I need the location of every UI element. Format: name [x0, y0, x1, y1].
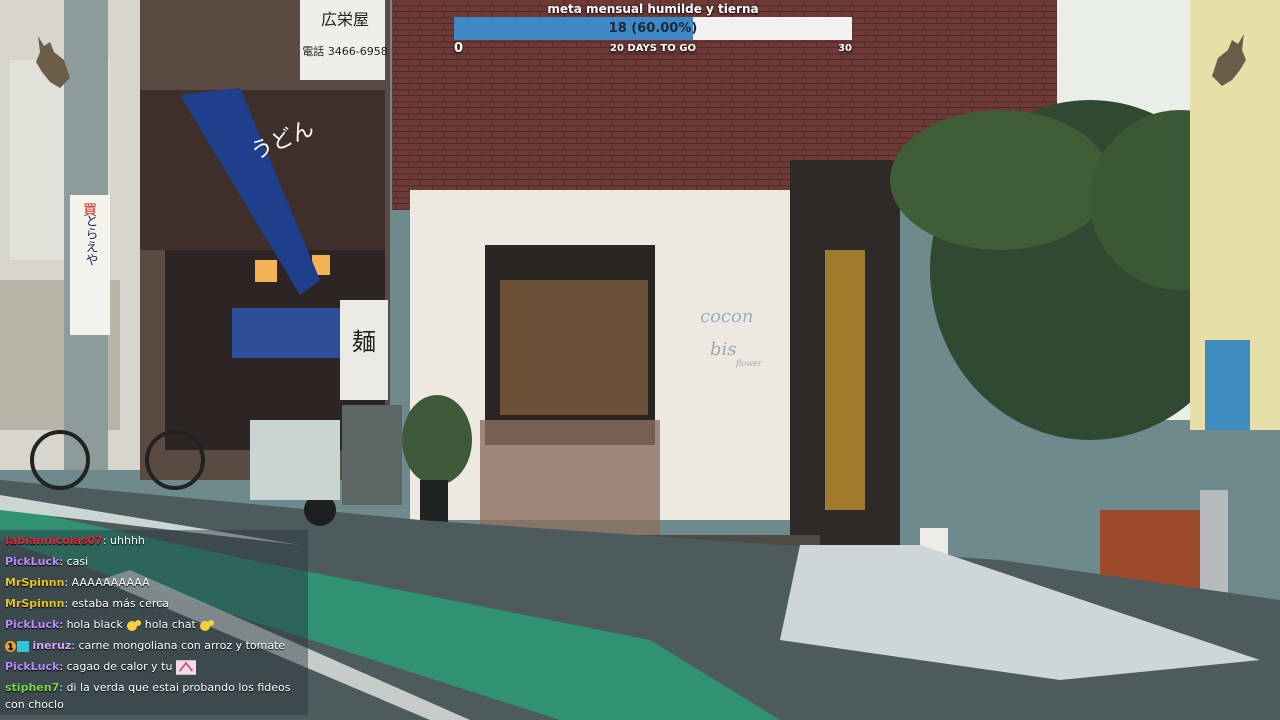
chat-text: carne mongoliana con arroz y tomate: [78, 639, 286, 652]
chat-message: PickLuck: hola black hola chat: [0, 614, 308, 635]
chat-text: uhhhh: [110, 534, 145, 547]
chat-separator: :: [64, 597, 72, 610]
chat-text: casi: [66, 555, 89, 568]
noodle-sign-text: 麺: [352, 328, 376, 356]
chat-text: AAAAAAAAAA: [71, 576, 150, 589]
subscriber-goal-widget: meta mensual humilde y tierna 18 (60.00%…: [448, 0, 858, 60]
chat-separator: :: [64, 576, 72, 589]
window-lettering-3: flower: [735, 359, 763, 368]
badge-icon: 1: [5, 640, 16, 652]
chat-username: MrSpinnn: [5, 597, 65, 610]
chat-message: fabiannicolas07: uhhhh: [0, 530, 308, 551]
chat-message: 1 ineruz: carne mongoliana con arroz y t…: [0, 635, 308, 656]
emote-icon: [200, 619, 215, 631]
chat-separator: :: [59, 618, 67, 631]
chat-username: stiphen7: [5, 681, 60, 694]
chat-text: cagao de calor y tu: [66, 660, 173, 673]
chat-text: hola black: [66, 618, 123, 631]
chat-separator: :: [59, 660, 67, 673]
chat-username: fabiannicolas07: [5, 534, 103, 547]
chat-message: MrSpinnn: AAAAAAAAAA: [0, 572, 308, 593]
goal-max-label: 30: [838, 43, 852, 54]
goal-days-remaining: 20 DAYS TO GO: [610, 43, 696, 54]
pole-sign-text: とらえや: [83, 214, 99, 266]
goal-title: meta mensual humilde y tierna: [547, 2, 759, 16]
emote-icon: [175, 659, 196, 675]
chat-overlay: fabiannicolas07: uhhhh PickLuck: casi Mr…: [0, 530, 308, 715]
emote-icon: [127, 619, 142, 631]
goal-value-label: 18 (60.00%): [608, 21, 698, 36]
chat-username: PickLuck: [5, 660, 60, 673]
badge-icon: [17, 640, 29, 652]
window-lettering: cocon: [700, 306, 753, 327]
shop-sign-phone: 電話 3466-6958: [302, 44, 387, 58]
shop-sign-name: 広栄屋: [321, 10, 369, 29]
chat-text-2: hola chat: [144, 618, 196, 631]
chat-text: estaba más cerca: [71, 597, 169, 610]
chat-separator: :: [59, 555, 67, 568]
chat-username: PickLuck: [5, 618, 60, 631]
chat-message: MrSpinnn: estaba más cerca: [0, 593, 308, 614]
wolf-icon: [36, 36, 70, 88]
window-lettering-2: bis: [710, 339, 737, 360]
chat-message: stiphen7: di la verda que estai probando…: [0, 677, 308, 715]
chat-message: PickLuck: casi: [0, 551, 308, 572]
chat-username: PickLuck: [5, 555, 60, 568]
chat-username: MrSpinnn: [5, 576, 65, 589]
wolf-icon: [1212, 34, 1246, 86]
chat-separator: :: [102, 534, 111, 547]
goal-progress-bar: 18 (60.00%): [454, 17, 852, 40]
chat-username: ineruz: [32, 639, 72, 652]
chat-message: PickLuck: cagao de calor y tu: [0, 656, 308, 677]
